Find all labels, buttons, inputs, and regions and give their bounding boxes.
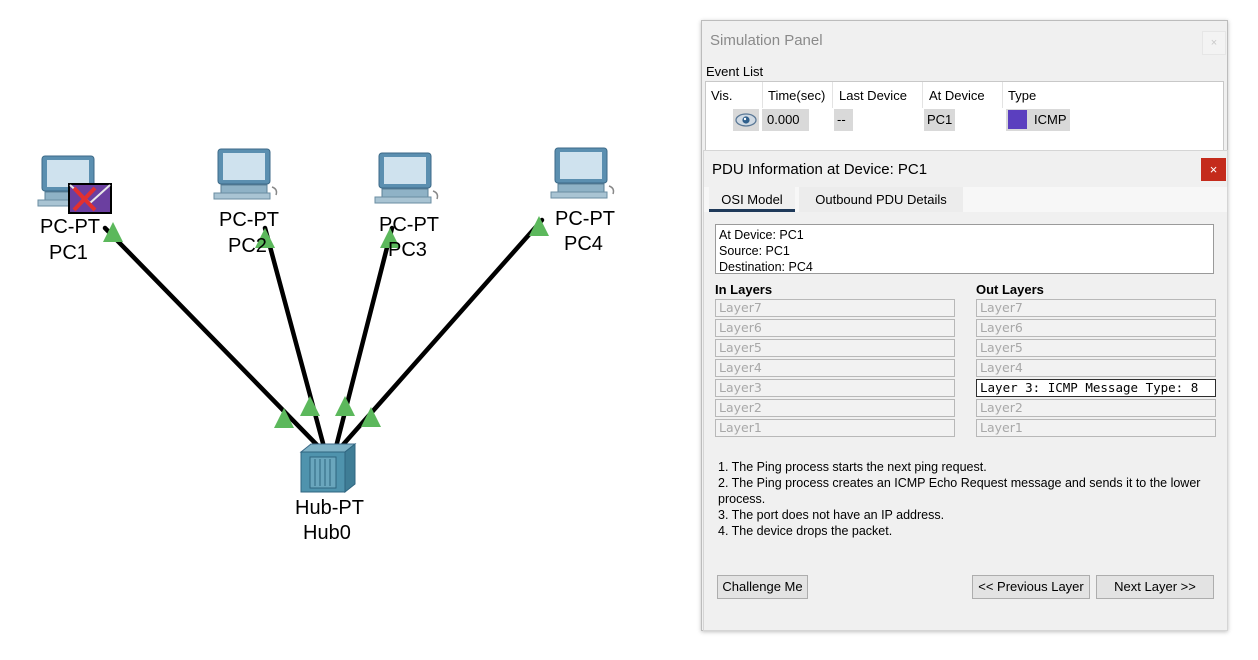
out-layer-3-active[interactable]: Layer 3: ICMP Message Type: 8 bbox=[976, 379, 1216, 397]
simulation-panel-close-button[interactable]: × bbox=[1202, 31, 1226, 55]
link-up-indicator bbox=[335, 396, 355, 416]
event-type-label: ICMP bbox=[1034, 112, 1067, 127]
network-links bbox=[102, 217, 545, 450]
in-layer-7[interactable]: Layer7 bbox=[715, 299, 955, 317]
device-name-label: Hub0 bbox=[303, 522, 351, 544]
step-item: 2. The Ping process creates an ICMP Echo… bbox=[718, 476, 1201, 506]
tab-osi-model[interactable]: OSI Model bbox=[709, 187, 795, 212]
device-pc4[interactable]: PC-PT PC4 bbox=[550, 147, 615, 255]
event-list-label: Event List bbox=[706, 64, 764, 79]
in-layer-5[interactable]: Layer5 bbox=[715, 339, 955, 357]
out-layer-5[interactable]: Layer5 bbox=[976, 339, 1216, 357]
column-header-last-device[interactable]: Last Device bbox=[839, 88, 907, 103]
pc-icon bbox=[550, 147, 615, 199]
column-divider bbox=[832, 82, 833, 108]
column-header-type[interactable]: Type bbox=[1008, 88, 1036, 103]
device-pc1[interactable]: PC-PT PC1 bbox=[37, 155, 112, 264]
pdu-information-dialog: PDU Information at Device: PC1 × OSI Mod… bbox=[703, 150, 1228, 631]
event-list-table: Vis. Time(sec) Last Device At Device Typ… bbox=[705, 81, 1224, 153]
out-layer-1[interactable]: Layer1 bbox=[976, 419, 1216, 437]
out-layers-heading: Out Layers bbox=[976, 282, 1044, 297]
column-header-at-device[interactable]: At Device bbox=[929, 88, 985, 103]
challenge-me-button[interactable]: Challenge Me bbox=[717, 575, 808, 599]
device-name-label: PC4 bbox=[564, 233, 603, 255]
device-type-label: PC-PT bbox=[379, 214, 439, 236]
simulation-panel-title: Simulation Panel bbox=[710, 32, 823, 49]
link-indicators bbox=[103, 216, 549, 428]
pdu-summary-box: At Device: PC1 Source: PC1 Destination: … bbox=[715, 224, 1214, 274]
in-layer-1[interactable]: Layer1 bbox=[715, 419, 955, 437]
pc-icon bbox=[374, 152, 439, 204]
out-layer-6[interactable]: Layer6 bbox=[976, 319, 1216, 337]
layer-explanation-steps: 1. The Ping process starts the next ping… bbox=[718, 459, 1208, 539]
next-layer-button[interactable]: Next Layer >> bbox=[1096, 575, 1214, 599]
in-layer-3[interactable]: Layer3 bbox=[715, 379, 955, 397]
link-up-indicator bbox=[300, 396, 320, 416]
column-divider bbox=[922, 82, 923, 108]
in-layer-6[interactable]: Layer6 bbox=[715, 319, 955, 337]
pdu-dialog-title: PDU Information at Device: PC1 bbox=[712, 161, 928, 178]
tab-outbound-pdu-details[interactable]: Outbound PDU Details bbox=[799, 187, 963, 212]
out-layer-7[interactable]: Layer7 bbox=[976, 299, 1216, 317]
step-item: 4. The device drops the packet. bbox=[718, 524, 893, 538]
out-layer-2[interactable]: Layer2 bbox=[976, 399, 1216, 417]
device-type-label: Hub-PT bbox=[295, 497, 364, 519]
in-layer-2[interactable]: Layer2 bbox=[715, 399, 955, 417]
device-type-label: PC-PT bbox=[555, 208, 615, 230]
event-time: 0.000 bbox=[762, 109, 809, 131]
summary-destination: Destination: PC4 bbox=[719, 260, 813, 274]
pdu-dialog-close-button[interactable]: × bbox=[1201, 158, 1226, 181]
event-last-device: -- bbox=[834, 109, 853, 131]
out-layer-4[interactable]: Layer4 bbox=[976, 359, 1216, 377]
pdu-tab-strip: OSI Model Outbound PDU Details bbox=[704, 187, 1227, 212]
link-up-indicator bbox=[361, 407, 381, 427]
column-header-vis[interactable]: Vis. bbox=[711, 88, 732, 103]
device-type-label: PC-PT bbox=[40, 216, 100, 238]
in-layer-4[interactable]: Layer4 bbox=[715, 359, 955, 377]
hub-icon bbox=[299, 442, 357, 494]
previous-layer-button[interactable]: << Previous Layer bbox=[972, 575, 1090, 599]
in-layers-heading: In Layers bbox=[715, 282, 773, 297]
pdu-envelope-icon[interactable] bbox=[68, 183, 112, 214]
link-up-indicator bbox=[529, 216, 549, 236]
summary-at-device: At Device: PC1 bbox=[719, 228, 804, 242]
visibility-eye-icon[interactable] bbox=[733, 109, 759, 131]
column-divider bbox=[1002, 82, 1003, 108]
device-type-label: PC-PT bbox=[219, 209, 279, 231]
column-header-time[interactable]: Time(sec) bbox=[768, 88, 825, 103]
device-name-label: PC1 bbox=[49, 242, 88, 264]
event-at-device: PC1 bbox=[924, 109, 955, 131]
step-item: 1. The Ping process starts the next ping… bbox=[718, 460, 987, 474]
summary-source: Source: PC1 bbox=[719, 244, 790, 258]
icmp-color-swatch bbox=[1008, 110, 1027, 129]
device-name-label: PC2 bbox=[228, 235, 267, 257]
topology-canvas[interactable]: PC-PT PC1 PC-PT PC2 PC-PT PC3 PC-PT PC4 … bbox=[0, 0, 700, 660]
device-hub0[interactable]: Hub-PT Hub0 bbox=[295, 442, 364, 544]
pc-icon bbox=[213, 148, 278, 200]
column-divider bbox=[762, 82, 763, 108]
step-item: 3. The port does not have an IP address. bbox=[718, 508, 945, 522]
event-type: ICMP bbox=[1006, 109, 1070, 131]
device-name-label: PC3 bbox=[388, 239, 427, 261]
